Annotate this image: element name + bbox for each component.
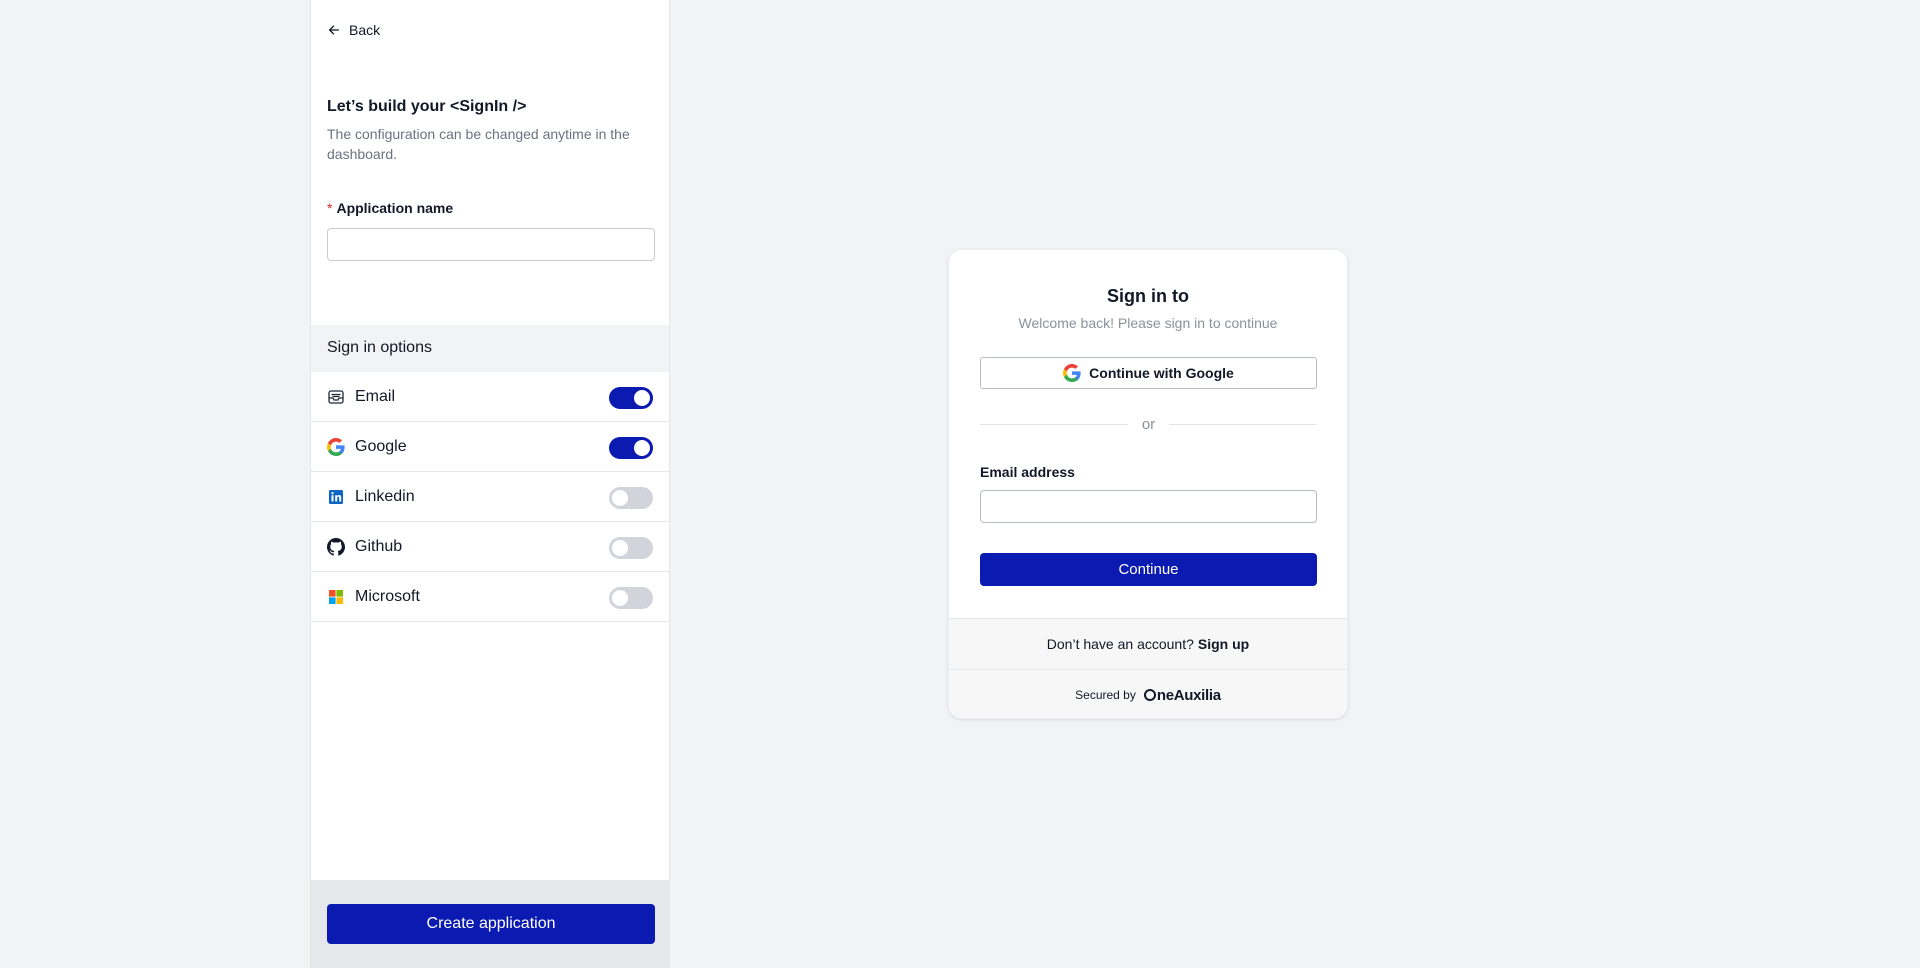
application-name-input[interactable] xyxy=(327,228,655,261)
secured-by-text: Secured by xyxy=(1075,688,1136,702)
toggle-microsoft[interactable] xyxy=(609,587,653,609)
toggle-knob xyxy=(634,390,650,406)
sign-in-options-list: Email Google Linkedin Github Microsoft xyxy=(311,372,669,622)
toggle-linkedin[interactable] xyxy=(609,487,653,509)
option-label: Github xyxy=(355,537,403,555)
create-application-button[interactable]: Create application xyxy=(327,904,655,944)
toggle-github[interactable] xyxy=(609,537,653,559)
brand-logo: neAuxilia xyxy=(1143,686,1221,704)
email-address-input[interactable] xyxy=(980,490,1317,523)
option-row-github: Github xyxy=(311,522,669,572)
application-name-label: * Application name xyxy=(327,200,453,216)
page-description: The configuration can be changed anytime… xyxy=(327,126,630,162)
email-inbox-icon xyxy=(327,388,345,406)
divider-line xyxy=(1169,424,1317,425)
email-address-label: Email address xyxy=(980,464,1075,480)
arrow-left-icon xyxy=(328,25,340,35)
option-label: Microsoft xyxy=(355,587,420,605)
back-link[interactable]: Back xyxy=(327,22,380,38)
toggle-email[interactable] xyxy=(609,387,653,409)
page-title: Let’s build your <SignIn /> xyxy=(327,98,527,115)
microsoft-icon xyxy=(327,588,345,606)
option-label: Google xyxy=(355,437,407,455)
sign-in-options-header: Sign in options xyxy=(311,325,669,372)
continue-button[interactable]: Continue xyxy=(980,553,1317,586)
google-button-label: Continue with Google xyxy=(1089,365,1234,381)
back-label: Back xyxy=(349,22,381,38)
github-icon xyxy=(327,537,345,556)
option-label: Email xyxy=(355,387,396,405)
panel-footer: Create application xyxy=(311,880,669,968)
signin-preview-card: Sign in to Welcome back! Please sign in … xyxy=(948,249,1348,719)
toggle-knob xyxy=(634,440,650,456)
sign-up-link[interactable]: Sign up xyxy=(1198,636,1249,652)
divider-text: or xyxy=(1141,416,1156,433)
option-label: Linkedin xyxy=(355,487,415,505)
google-icon xyxy=(1063,364,1081,382)
signin-subtitle: Welcome back! Please sign in to continue xyxy=(1018,315,1278,331)
config-panel: Back Let’s build your <SignIn /> The con… xyxy=(310,0,670,968)
required-marker: * xyxy=(327,200,333,216)
signin-title: Sign in to xyxy=(1107,286,1189,306)
google-icon xyxy=(327,437,345,456)
no-account-text: Don’t have an account? xyxy=(1046,636,1194,652)
divider-line xyxy=(980,424,1128,425)
application-name-label-text: Application name xyxy=(336,200,454,216)
brand-logo-icon xyxy=(1143,689,1156,701)
toggle-knob xyxy=(612,490,628,506)
option-row-google: Google xyxy=(311,422,669,472)
toggle-google[interactable] xyxy=(609,437,653,459)
brand-name: neAuxilia xyxy=(1156,686,1221,704)
option-row-linkedin: Linkedin xyxy=(311,472,669,522)
option-row-microsoft: Microsoft xyxy=(311,572,669,622)
signup-footer: Don’t have an account? Sign up xyxy=(949,618,1347,670)
toggle-knob xyxy=(612,590,628,606)
secured-by-footer: Secured by neAuxilia xyxy=(949,670,1347,718)
option-row-email: Email xyxy=(311,372,669,422)
linkedin-icon xyxy=(327,488,345,506)
continue-with-google-button[interactable]: Continue with Google xyxy=(980,357,1317,389)
or-divider: or xyxy=(980,416,1317,433)
toggle-knob xyxy=(612,540,628,556)
